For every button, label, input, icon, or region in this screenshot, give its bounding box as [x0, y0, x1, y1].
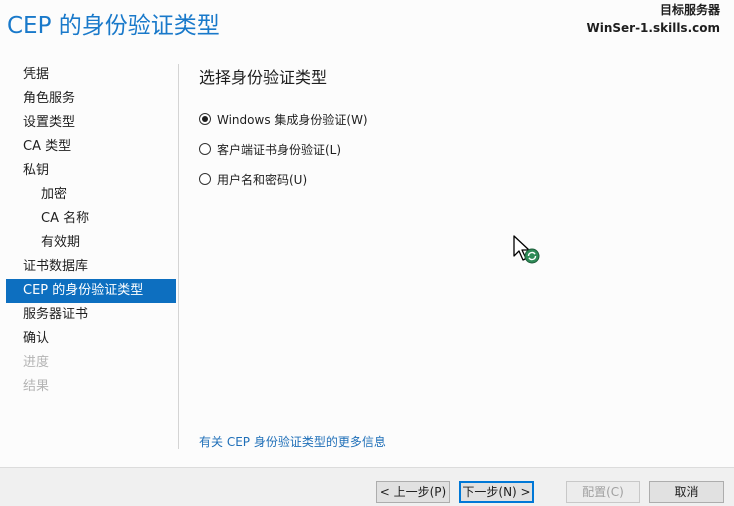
cancel-button[interactable]: 取消 — [649, 481, 724, 503]
target-server-box: 目标服务器 WinSer-1.skills.com — [586, 1, 720, 37]
radio-button[interactable] — [199, 173, 211, 185]
nav-item-cep-auth-type[interactable]: CEP 的身份验证类型 — [6, 279, 176, 303]
wizard-nav: 凭据 角色服务 设置类型 CA 类型 私钥 加密 CA 名称 有效期 证书数据库… — [6, 63, 176, 399]
option-windows-integrated-auth[interactable]: Windows 集成身份验证(W) — [199, 110, 368, 128]
nav-item-credentials[interactable]: 凭据 — [6, 63, 176, 87]
busy-cursor-icon — [513, 235, 540, 264]
target-server-label: 目标服务器 — [659, 3, 720, 17]
nav-item-private-key[interactable]: 私钥 — [6, 159, 176, 183]
page-title: CEP 的身份验证类型 — [7, 13, 220, 39]
back-button[interactable]: < 上一步(P) — [376, 481, 450, 503]
nav-item-confirmation[interactable]: 确认 — [6, 327, 176, 351]
nav-item-certificate-database[interactable]: 证书数据库 — [6, 255, 176, 279]
radio-button-checked[interactable] — [199, 113, 211, 125]
configure-button: 配置(C) — [566, 481, 640, 503]
more-info-link[interactable]: 有关 CEP 身份验证类型的更多信息 — [199, 433, 386, 450]
next-button[interactable]: 下一步(N) > — [459, 481, 534, 503]
nav-item-progress: 进度 — [23, 355, 50, 370]
option-username-password[interactable]: 用户名和密码(U) — [199, 170, 307, 188]
nav-item-cryptography[interactable]: 加密 — [6, 183, 176, 207]
nav-item-role-services[interactable]: 角色服务 — [6, 87, 176, 111]
nav-item-ca-type[interactable]: CA 类型 — [6, 135, 176, 159]
nav-item-ca-name[interactable]: CA 名称 — [6, 207, 176, 231]
radio-button[interactable] — [199, 143, 211, 155]
nav-item-validity-period[interactable]: 有效期 — [6, 231, 176, 255]
option-client-certificate-auth[interactable]: 客户端证书身份验证(L) — [199, 140, 341, 158]
nav-item-setup-type[interactable]: 设置类型 — [6, 111, 176, 135]
option-label: Windows 集成身份验证(W) — [217, 112, 368, 127]
target-server-name: WinSer-1.skills.com — [586, 21, 720, 35]
section-title: 选择身份验证类型 — [199, 68, 328, 87]
option-label: 用户名和密码(U) — [217, 172, 308, 187]
option-label: 客户端证书身份验证(L) — [217, 142, 342, 157]
nav-item-results: 结果 — [23, 379, 50, 394]
nav-divider — [178, 64, 179, 449]
nav-item-server-certificate[interactable]: 服务器证书 — [6, 303, 176, 327]
